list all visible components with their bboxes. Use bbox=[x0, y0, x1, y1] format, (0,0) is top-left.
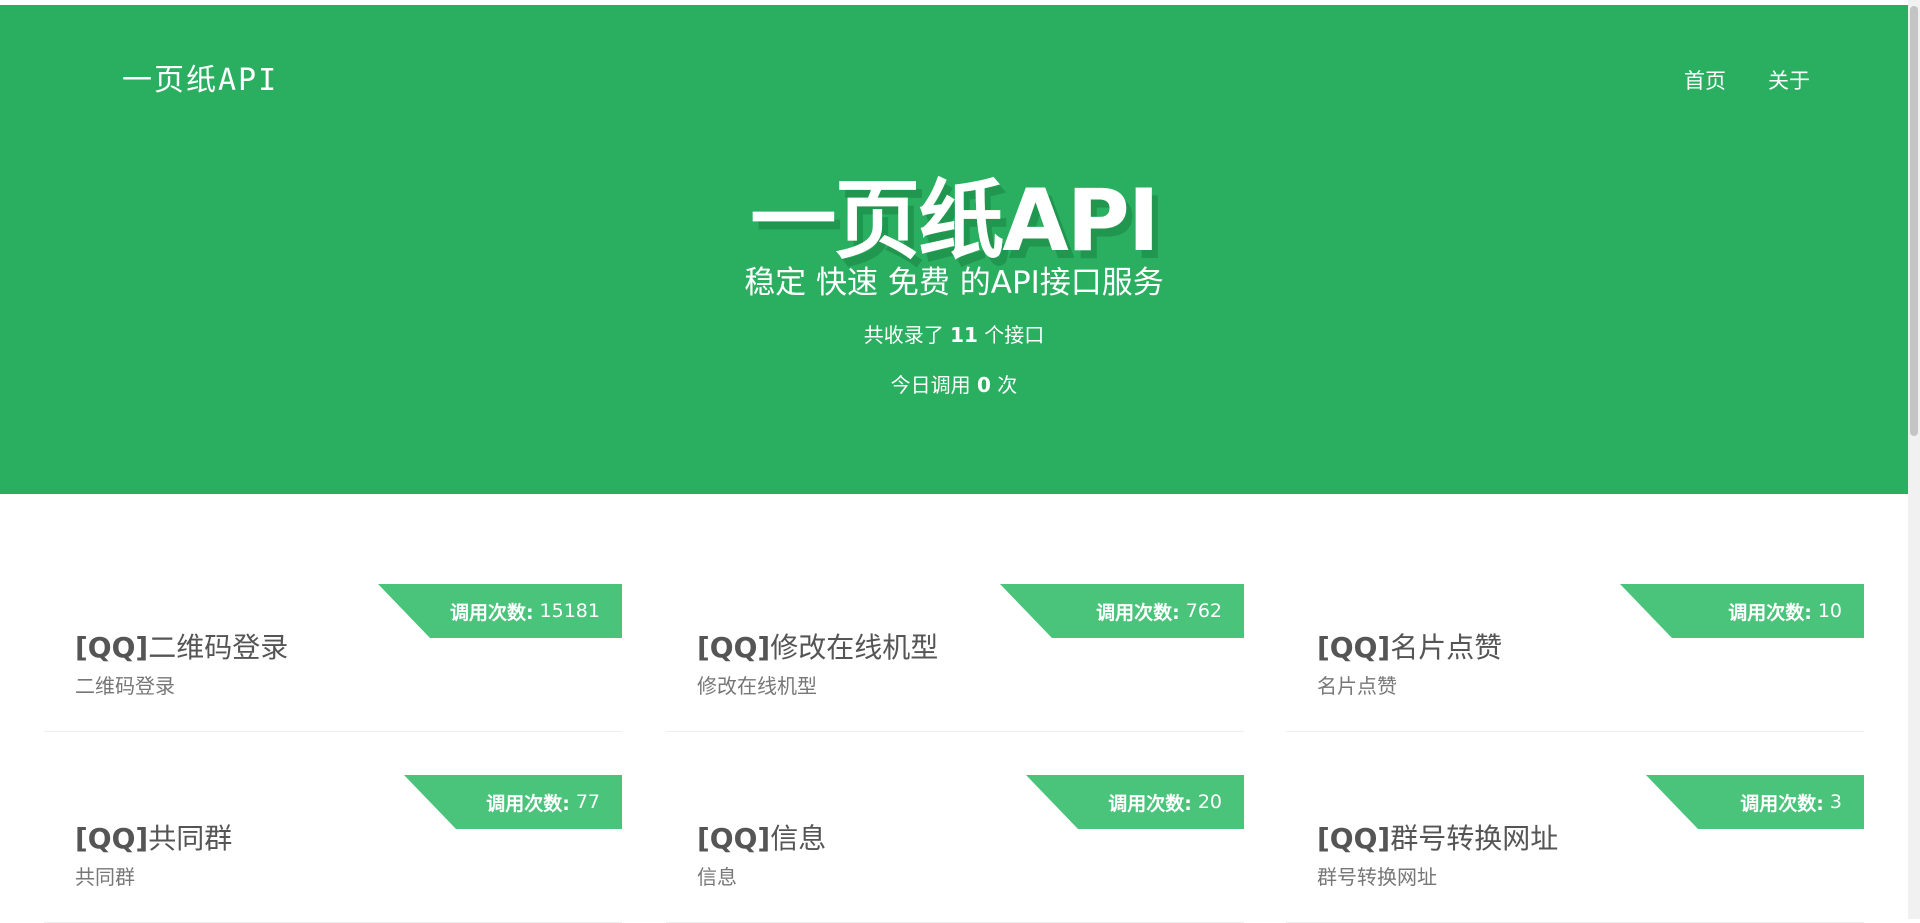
api-card-desc: 二维码登录 bbox=[75, 674, 175, 698]
today-calls-suffix: 次 bbox=[990, 373, 1018, 397]
api-card-prefix: [QQ] bbox=[697, 631, 771, 664]
api-card-name: 二维码登录 bbox=[148, 631, 289, 664]
today-calls-stat: 今日调用 0 次 bbox=[0, 369, 1908, 398]
api-card-desc: 共同群 bbox=[75, 865, 135, 889]
api-count-suffix: 个接口 bbox=[977, 323, 1045, 347]
api-card-desc: 修改在线机型 bbox=[697, 674, 817, 698]
api-card[interactable]: 调用次数: 20 [QQ]信息 信息 bbox=[666, 775, 1244, 923]
call-count-label: 调用次数: bbox=[486, 792, 570, 815]
call-count-label: 调用次数: bbox=[1740, 792, 1824, 815]
api-count-stat: 共收录了 11 个接口 bbox=[0, 319, 1908, 348]
today-calls-value: 0 bbox=[977, 373, 991, 397]
call-count-label: 调用次数: bbox=[449, 601, 534, 624]
call-count-value: 10 bbox=[1817, 600, 1842, 622]
api-card-title: [QQ]群号转换网址 bbox=[1317, 817, 1558, 857]
api-card-name: 群号转换网址 bbox=[1390, 822, 1559, 855]
today-calls-prefix: 今日调用 bbox=[890, 373, 978, 397]
api-card-prefix: [QQ] bbox=[75, 822, 149, 855]
call-count-badge: 调用次数: 762 bbox=[1000, 584, 1244, 638]
nav-item-home[interactable]: 首页 bbox=[1684, 65, 1726, 95]
call-count-value: 762 bbox=[1185, 600, 1222, 622]
call-count-badge: 调用次数: 77 bbox=[404, 775, 622, 829]
api-card-title: [QQ]共同群 bbox=[75, 817, 232, 857]
api-card[interactable]: 调用次数: 3 [QQ]群号转换网址 群号转换网址 bbox=[1286, 775, 1864, 923]
api-card-prefix: [QQ] bbox=[1317, 631, 1391, 664]
api-card[interactable]: 调用次数: 10 [QQ]名片点赞 名片点赞 bbox=[1286, 584, 1864, 732]
api-card-name: 修改在线机型 bbox=[770, 631, 939, 664]
site-logo[interactable]: 一页纸API bbox=[122, 55, 278, 99]
api-card-title: [QQ]二维码登录 bbox=[75, 626, 288, 666]
api-card[interactable]: 调用次数: 762 [QQ]修改在线机型 修改在线机型 bbox=[666, 584, 1244, 732]
call-count-value: 15181 bbox=[539, 600, 600, 622]
api-card-desc: 信息 bbox=[697, 865, 737, 889]
call-count-value: 20 bbox=[1197, 791, 1222, 813]
call-count-label: 调用次数: bbox=[1728, 601, 1812, 624]
call-count-badge: 调用次数: 10 bbox=[1620, 584, 1864, 638]
api-card-title: [QQ]修改在线机型 bbox=[697, 626, 938, 666]
hero-subtitle: 稳定 快速 免费 的API接口服务 bbox=[744, 265, 1164, 301]
api-card-prefix: [QQ] bbox=[1317, 822, 1391, 855]
main-nav: 首页 关于 bbox=[1684, 65, 1810, 95]
api-card-name: 名片点赞 bbox=[1390, 631, 1503, 664]
api-card[interactable]: 调用次数: 77 [QQ]共同群 共同群 bbox=[44, 775, 622, 923]
api-card-name: 共同群 bbox=[148, 822, 233, 855]
nav-item-about[interactable]: 关于 bbox=[1768, 65, 1810, 95]
call-count-value: 3 bbox=[1829, 791, 1842, 813]
api-card-desc: 群号转换网址 bbox=[1317, 865, 1437, 889]
call-count-badge: 调用次数: 15181 bbox=[378, 584, 622, 638]
hero-banner: 一页纸API 首页 关于 一页纸API 稳定 快速 免费 的API接口服务 共收… bbox=[0, 5, 1908, 494]
call-count-label: 调用次数: bbox=[1108, 792, 1192, 815]
scrollbar-thumb[interactable] bbox=[1910, 6, 1918, 436]
api-card-prefix: [QQ] bbox=[697, 822, 771, 855]
api-card-name: 信息 bbox=[770, 822, 827, 855]
api-card-title: [QQ]名片点赞 bbox=[1317, 626, 1502, 666]
api-card-desc: 名片点赞 bbox=[1317, 674, 1397, 698]
call-count-badge: 调用次数: 3 bbox=[1646, 775, 1864, 829]
call-count-label: 调用次数: bbox=[1096, 601, 1180, 624]
api-card-title: [QQ]信息 bbox=[697, 817, 826, 857]
api-card-prefix: [QQ] bbox=[75, 631, 149, 664]
api-card[interactable]: 调用次数: 15181 [QQ]二维码登录 二维码登录 bbox=[44, 584, 622, 732]
page-scrollbar[interactable] bbox=[1908, 0, 1920, 919]
call-count-value: 77 bbox=[575, 791, 600, 813]
api-count-value: 11 bbox=[950, 323, 978, 347]
api-count-prefix: 共收录了 bbox=[863, 323, 951, 347]
call-count-badge: 调用次数: 20 bbox=[1026, 775, 1244, 829]
